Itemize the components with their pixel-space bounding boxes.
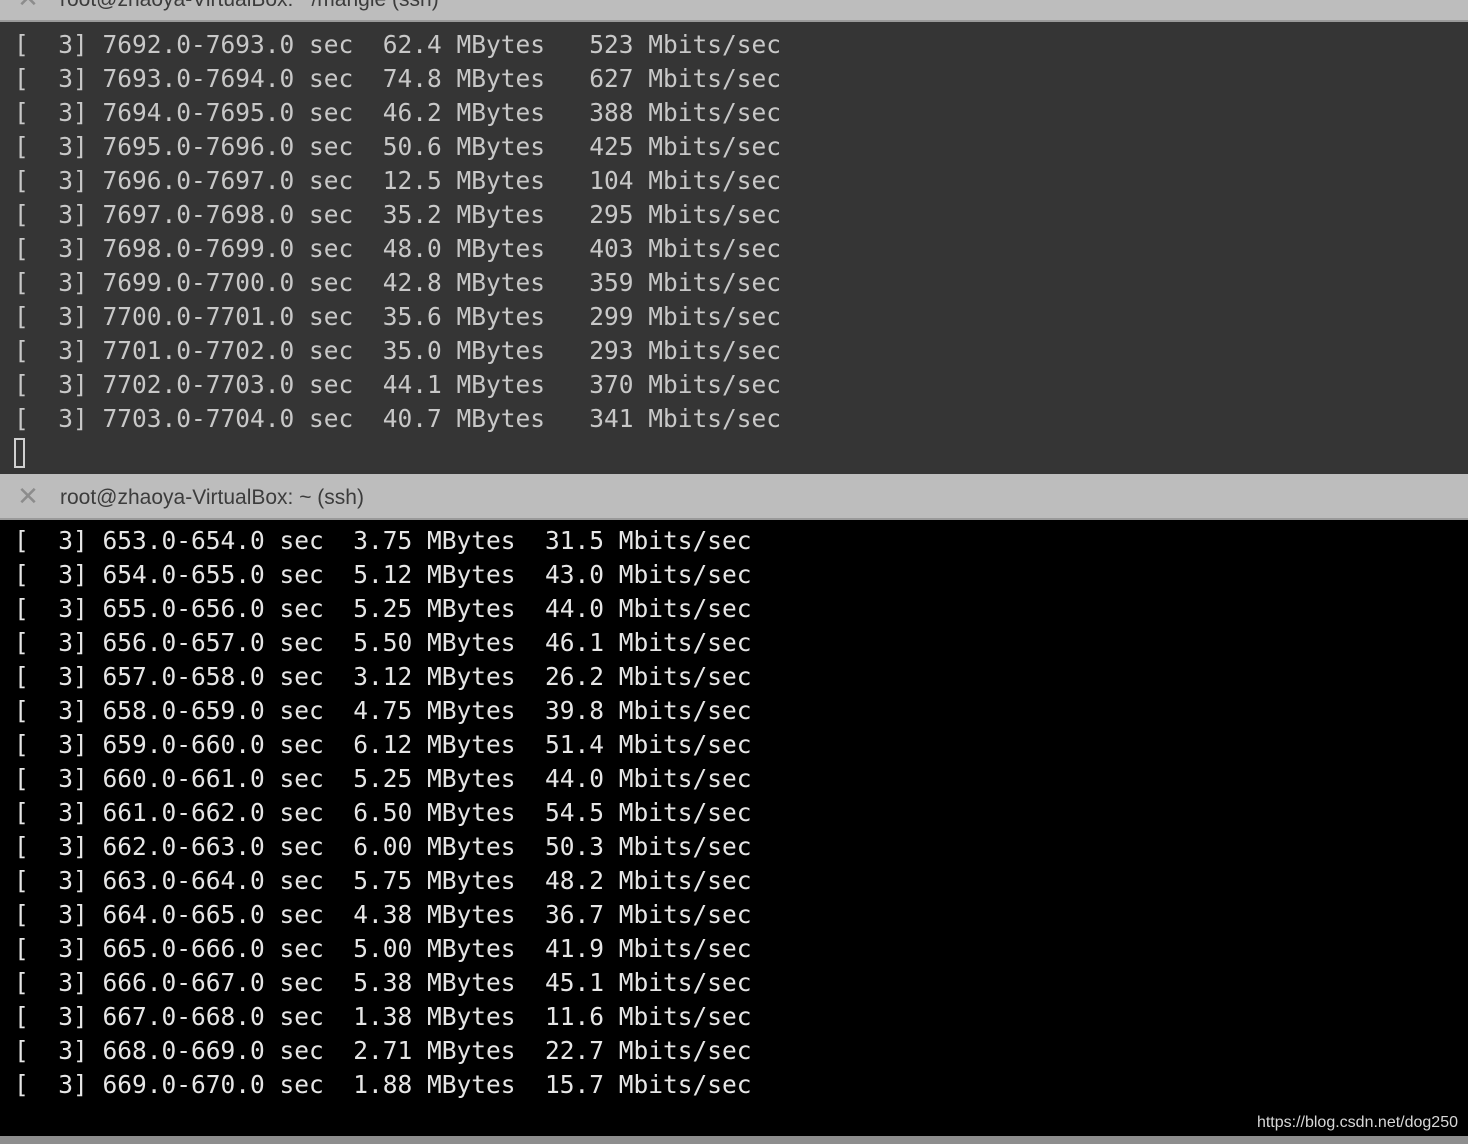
terminal-line: [ 3] 7693.0-7694.0 sec 74.8 MBytes 627 M… — [14, 64, 782, 93]
terminal-line: [ 3] 665.0-666.0 sec 5.00 MBytes 41.9 Mb… — [14, 934, 752, 963]
terminal-line: [ 3] 7697.0-7698.0 sec 35.2 MBytes 295 M… — [14, 200, 782, 229]
terminal-line: [ 3] 7703.0-7704.0 sec 40.7 MBytes 341 M… — [14, 404, 782, 433]
top-tab-title[interactable]: root@zhaoya-VirtualBox: ~/mangle (ssh) — [60, 0, 439, 12]
bottom-tab-title[interactable]: root@zhaoya-VirtualBox: ~ (ssh) — [60, 486, 364, 510]
terminal-line: [ 3] 7695.0-7696.0 sec 50.6 MBytes 425 M… — [14, 132, 782, 161]
terminal-line: [ 3] 7692.0-7693.0 sec 62.4 MBytes 523 M… — [14, 30, 782, 59]
terminal-line: [ 3] 663.0-664.0 sec 5.75 MBytes 48.2 Mb… — [14, 866, 752, 895]
terminal-line: [ 3] 7694.0-7695.0 sec 46.2 MBytes 388 M… — [14, 98, 782, 127]
terminal-line: [ 3] 654.0-655.0 sec 5.12 MBytes 43.0 Mb… — [14, 560, 752, 589]
bottom-tab-bar: ✕ root@zhaoya-VirtualBox: ~ (ssh) — [0, 474, 1468, 520]
terminal-line: [ 3] 7701.0-7702.0 sec 35.0 MBytes 293 M… — [14, 336, 782, 365]
terminal-line: [ 3] 669.0-670.0 sec 1.88 MBytes 15.7 Mb… — [14, 1070, 752, 1099]
watermark: https://blog.csdn.net/dog250 — [1256, 1114, 1458, 1131]
top-terminal-pane[interactable]: ✕ root@zhaoya-VirtualBox: ~/mangle (ssh)… — [0, 0, 1468, 474]
terminal-line: [ 3] 664.0-665.0 sec 4.38 MBytes 36.7 Mb… — [14, 900, 752, 929]
top-tab-close-icon[interactable]: ✕ — [16, 0, 40, 11]
terminal-line: [ 3] 655.0-656.0 sec 5.25 MBytes 44.0 Mb… — [14, 594, 752, 623]
terminal-line: [ 3] 7702.0-7703.0 sec 44.1 MBytes 370 M… — [14, 370, 782, 399]
terminal-line: [ 3] 668.0-669.0 sec 2.71 MBytes 22.7 Mb… — [14, 1036, 752, 1065]
terminal-line: [ 3] 659.0-660.0 sec 6.12 MBytes 51.4 Mb… — [14, 730, 752, 759]
top-terminal-output: [ 3] 7692.0-7693.0 sec 62.4 MBytes 523 M… — [14, 28, 781, 468]
terminal-line: [ 3] 666.0-667.0 sec 5.38 MBytes 45.1 Mb… — [14, 968, 752, 997]
terminal-line: [ 3] 7696.0-7697.0 sec 12.5 MBytes 104 M… — [14, 166, 782, 195]
top-tab-bar: ✕ root@zhaoya-VirtualBox: ~/mangle (ssh) — [0, 0, 1468, 22]
terminal-line: [ 3] 657.0-658.0 sec 3.12 MBytes 26.2 Mb… — [14, 662, 752, 691]
terminal-line: [ 3] 661.0-662.0 sec 6.50 MBytes 54.5 Mb… — [14, 798, 752, 827]
terminal-cursor — [14, 438, 25, 468]
terminal-line: [ 3] 7699.0-7700.0 sec 42.8 MBytes 359 M… — [14, 268, 782, 297]
terminal-line: [ 3] 662.0-663.0 sec 6.00 MBytes 50.3 Mb… — [14, 832, 752, 861]
terminal-line: [ 3] 7700.0-7701.0 sec 35.6 MBytes 299 M… — [14, 302, 782, 331]
terminal-line: [ 3] 667.0-668.0 sec 1.38 MBytes 11.6 Mb… — [14, 1002, 752, 1031]
bottom-terminal-pane[interactable]: ✕ root@zhaoya-VirtualBox: ~ (ssh) [ 3] 6… — [0, 474, 1468, 1144]
terminal-line: [ 3] 656.0-657.0 sec 5.50 MBytes 46.1 Mb… — [14, 628, 752, 657]
window-bottom-edge — [0, 1136, 1468, 1144]
terminal-line: [ 3] 658.0-659.0 sec 4.75 MBytes 39.8 Mb… — [14, 696, 752, 725]
terminal-line: [ 3] 660.0-661.0 sec 5.25 MBytes 44.0 Mb… — [14, 764, 752, 793]
bottom-terminal-output: [ 3] 653.0-654.0 sec 3.75 MBytes 31.5 Mb… — [14, 524, 752, 1102]
bottom-tab-close-icon[interactable]: ✕ — [16, 483, 40, 509]
terminal-line: [ 3] 653.0-654.0 sec 3.75 MBytes 31.5 Mb… — [14, 526, 752, 555]
terminal-line: [ 3] 7698.0-7699.0 sec 48.0 MBytes 403 M… — [14, 234, 782, 263]
